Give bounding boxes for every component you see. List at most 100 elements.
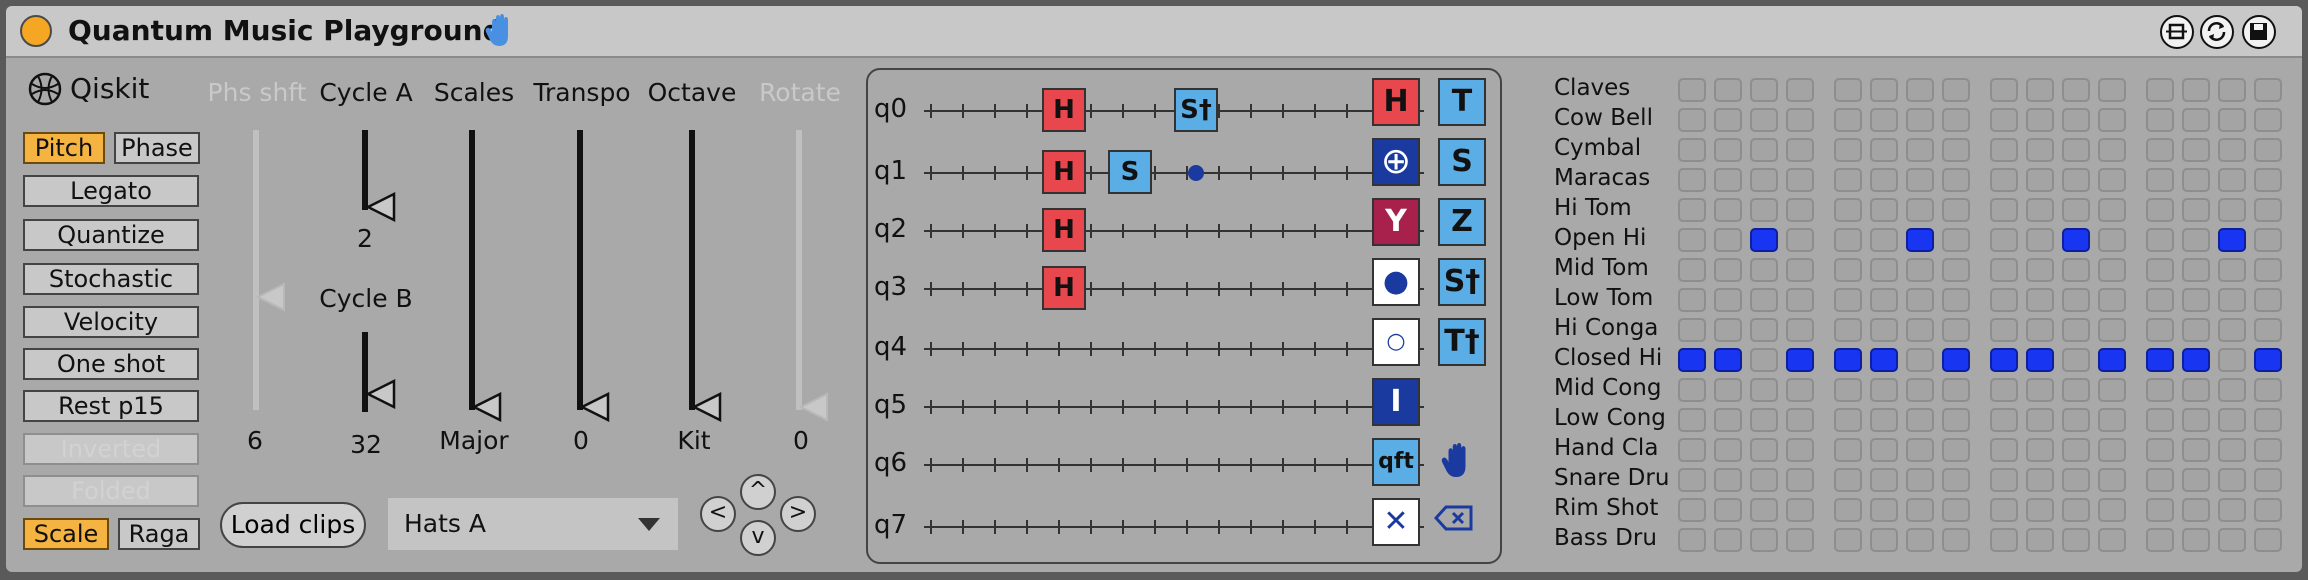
step-cell[interactable]: [2026, 438, 2054, 462]
inverted-button[interactable]: Inverted: [23, 433, 199, 465]
step-cell[interactable]: [1750, 198, 1778, 222]
step-cell[interactable]: [1990, 228, 2018, 252]
step-cell[interactable]: [1990, 378, 2018, 402]
step-cell[interactable]: [1714, 198, 1742, 222]
step-cell[interactable]: [2146, 168, 2174, 192]
step-cell[interactable]: [2182, 438, 2210, 462]
palette-gate-control[interactable]: ●: [1372, 258, 1420, 306]
step-cell[interactable]: [1870, 198, 1898, 222]
step-cell[interactable]: [1786, 378, 1814, 402]
step-cell[interactable]: [1678, 288, 1706, 312]
step-cell[interactable]: [2062, 228, 2090, 252]
step-cell[interactable]: [2146, 138, 2174, 162]
step-cell[interactable]: [2026, 228, 2054, 252]
scales-slider[interactable]: [469, 130, 475, 410]
step-cell[interactable]: [1942, 198, 1970, 222]
step-cell[interactable]: [1870, 78, 1898, 102]
step-cell[interactable]: [2146, 108, 2174, 132]
step-cell[interactable]: [1942, 348, 1970, 372]
step-cell[interactable]: [1942, 168, 1970, 192]
step-cell[interactable]: [1714, 348, 1742, 372]
palette-gate-s[interactable]: S: [1438, 138, 1486, 186]
step-cell[interactable]: [2146, 528, 2174, 552]
step-cell[interactable]: [1870, 468, 1898, 492]
rotate-slider-handle[interactable]: [799, 392, 829, 422]
step-cell[interactable]: [1678, 198, 1706, 222]
step-cell[interactable]: [1786, 468, 1814, 492]
step-cell[interactable]: [1906, 408, 1934, 432]
step-cell[interactable]: [1750, 498, 1778, 522]
quantize-button[interactable]: Quantize: [23, 219, 199, 251]
step-cell[interactable]: [1906, 108, 1934, 132]
step-cell[interactable]: [1786, 438, 1814, 462]
step-cell[interactable]: [1906, 378, 1934, 402]
step-cell[interactable]: [1786, 498, 1814, 522]
step-cell[interactable]: [2026, 498, 2054, 522]
step-cell[interactable]: [2062, 408, 2090, 432]
step-cell[interactable]: [2182, 108, 2210, 132]
step-cell[interactable]: [1834, 288, 1862, 312]
step-cell[interactable]: [1834, 78, 1862, 102]
step-cell[interactable]: [2182, 228, 2210, 252]
step-cell[interactable]: [1714, 318, 1742, 342]
step-cell[interactable]: [2098, 528, 2126, 552]
palette-gate-s-dagger[interactable]: S†: [1438, 258, 1486, 306]
palette-gate-z[interactable]: Z: [1438, 198, 1486, 246]
octave-slider-handle[interactable]: [692, 392, 722, 422]
step-cell[interactable]: [1714, 468, 1742, 492]
step-cell[interactable]: [2098, 318, 2126, 342]
step-cell[interactable]: [2098, 198, 2126, 222]
step-cell[interactable]: [2254, 348, 2282, 372]
step-cell[interactable]: [2218, 378, 2246, 402]
step-cell[interactable]: [2026, 318, 2054, 342]
step-cell[interactable]: [1942, 528, 1970, 552]
step-cell[interactable]: [2062, 468, 2090, 492]
step-cell[interactable]: [1786, 288, 1814, 312]
step-cell[interactable]: [1678, 228, 1706, 252]
step-cell[interactable]: [1786, 168, 1814, 192]
step-cell[interactable]: [1786, 198, 1814, 222]
step-cell[interactable]: [2146, 258, 2174, 282]
step-cell[interactable]: [1786, 528, 1814, 552]
palette-gate-y[interactable]: Y: [1372, 198, 1420, 246]
step-cell[interactable]: [2062, 108, 2090, 132]
step-cell[interactable]: [1990, 198, 2018, 222]
step-cell[interactable]: [1750, 408, 1778, 432]
step-cell[interactable]: [2062, 348, 2090, 372]
palette-gate-h[interactable]: H: [1372, 78, 1420, 126]
step-cell[interactable]: [2182, 468, 2210, 492]
step-cell[interactable]: [1906, 318, 1934, 342]
step-cell[interactable]: [2218, 78, 2246, 102]
step-cell[interactable]: [2182, 318, 2210, 342]
step-cell[interactable]: [1990, 78, 2018, 102]
step-cell[interactable]: [2182, 258, 2210, 282]
step-cell[interactable]: [1906, 468, 1934, 492]
step-cell[interactable]: [2146, 318, 2174, 342]
raga-toggle[interactable]: Raga: [118, 518, 200, 550]
nav-up-button[interactable]: ^: [740, 474, 776, 510]
step-cell[interactable]: [2254, 528, 2282, 552]
step-cell[interactable]: [2218, 108, 2246, 132]
step-cell[interactable]: [2026, 168, 2054, 192]
step-cell[interactable]: [1942, 318, 1970, 342]
step-cell[interactable]: [1834, 378, 1862, 402]
step-cell[interactable]: [1870, 108, 1898, 132]
step-cell[interactable]: [1750, 138, 1778, 162]
step-cell[interactable]: [1834, 168, 1862, 192]
step-cell[interactable]: [2098, 138, 2126, 162]
circuit-gate[interactable]: H: [1042, 150, 1086, 194]
step-cell[interactable]: [1678, 408, 1706, 432]
step-cell[interactable]: [1750, 78, 1778, 102]
step-cell[interactable]: [1990, 468, 2018, 492]
step-cell[interactable]: [1834, 198, 1862, 222]
step-cell[interactable]: [2146, 498, 2174, 522]
step-cell[interactable]: [1990, 438, 2018, 462]
step-cell[interactable]: [1714, 378, 1742, 402]
step-cell[interactable]: [2062, 288, 2090, 312]
step-cell[interactable]: [1870, 168, 1898, 192]
save-icon[interactable]: [2242, 15, 2276, 49]
step-cell[interactable]: [1834, 318, 1862, 342]
step-cell[interactable]: [2098, 498, 2126, 522]
folded-button[interactable]: Folded: [23, 475, 199, 507]
step-cell[interactable]: [2026, 468, 2054, 492]
